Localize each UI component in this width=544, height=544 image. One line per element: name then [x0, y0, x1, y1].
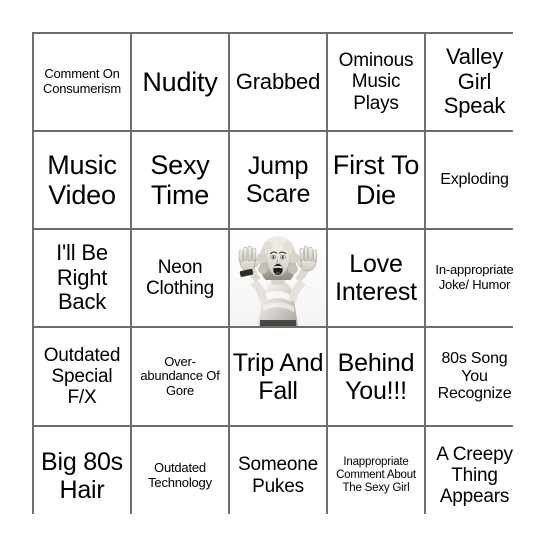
bingo-cell-label: Jump Scare — [245, 152, 311, 208]
bingo-cell-label: Love Interest — [335, 250, 417, 306]
bingo-cell-label: Sexy Time — [150, 149, 210, 210]
bingo-cell[interactable]: Love Interest — [328, 230, 424, 326]
bingo-cell[interactable]: Inappropriate Comment About The Sexy Gir… — [328, 427, 424, 524]
bingo-cell-label: Neon Clothing — [145, 256, 215, 299]
bingo-cell[interactable]: Behind You!!! — [328, 328, 424, 425]
bingo-cell-label: Someone Pukes — [238, 454, 318, 497]
bingo-cell-label: Inappropriate Comment About The Sexy Gir… — [336, 456, 416, 494]
bingo-cell[interactable]: Jump Scare — [230, 132, 326, 228]
bingo-cell-label: Music Video — [47, 149, 117, 210]
bingo-cell[interactable]: Trip And Fall — [230, 328, 326, 425]
bingo-cell[interactable]: 80s Song You Recognize — [426, 328, 523, 425]
bingo-cell[interactable]: Grabbed — [230, 34, 326, 130]
bingo-cell[interactable]: In-appropriate Joke/ Humor — [426, 230, 523, 326]
bingo-cell-label: Ominous Music Plays — [338, 50, 414, 114]
bingo-cell[interactable]: Neon Clothing — [132, 230, 228, 326]
bingo-cell-label: Big 80s Hair — [41, 447, 123, 504]
bingo-cell[interactable]: Ominous Music Plays — [328, 34, 424, 130]
bingo-cell[interactable]: Nudity — [132, 34, 228, 130]
bingo-cell-label: Outdated Technology — [148, 459, 212, 490]
bingo-cell-label: I'll Be Right Back — [56, 240, 108, 315]
bingo-free-space-cell[interactable] — [230, 230, 326, 326]
bingo-cell-label: 80s Song You Recognize — [437, 349, 512, 403]
bingo-cell[interactable]: First To Die — [328, 132, 424, 228]
bingo-card: Comment On Consumerism Nudity Grabbed Omino… — [0, 0, 544, 544]
bingo-cell-label: Over-abundance Of Gore — [140, 353, 220, 398]
bingo-cell[interactable]: Outdated Special F/X — [34, 328, 130, 425]
bingo-cell[interactable]: Over-abundance Of Gore — [132, 328, 228, 425]
bingo-cell-label: Nudity — [142, 66, 218, 97]
bingo-cell[interactable]: Sexy Time — [132, 132, 228, 228]
bingo-cell-label: Grabbed — [235, 68, 321, 94]
bingo-cell[interactable]: Exploding — [426, 132, 523, 228]
bingo-cell[interactable]: Valley Girl Speak — [426, 34, 523, 130]
bingo-cell-label: Outdated Special F/X — [43, 344, 121, 409]
bingo-cell[interactable]: Someone Pukes — [230, 427, 326, 524]
bingo-cell[interactable]: Comment On Consumerism — [34, 34, 130, 130]
bingo-cell-label: Exploding — [440, 171, 509, 189]
bingo-cell[interactable]: Big 80s Hair — [34, 427, 130, 524]
bingo-cell-label: In-appropriate Joke/ Humor — [435, 262, 514, 292]
bingo-cell-label: Valley Girl Speak — [443, 44, 506, 119]
bingo-cell-label: A Creepy Thing Appears — [436, 443, 513, 508]
screaming-woman-photo — [230, 230, 326, 326]
bingo-cell-label: Trip And Fall — [232, 348, 324, 405]
bingo-cell-label: Comment On Consumerism — [43, 66, 121, 96]
bingo-cell-label: Behind You!!! — [337, 348, 415, 405]
bingo-cell[interactable]: Music Video — [34, 132, 130, 228]
bingo-grid: Comment On Consumerism Nudity Grabbed Omino… — [32, 32, 523, 524]
bingo-cell[interactable]: I'll Be Right Back — [34, 230, 130, 326]
bingo-cell[interactable]: Outdated Technology — [132, 427, 228, 524]
bingo-cell-label: First To Die — [332, 149, 420, 210]
bingo-cell[interactable]: A Creepy Thing Appears — [426, 427, 523, 524]
